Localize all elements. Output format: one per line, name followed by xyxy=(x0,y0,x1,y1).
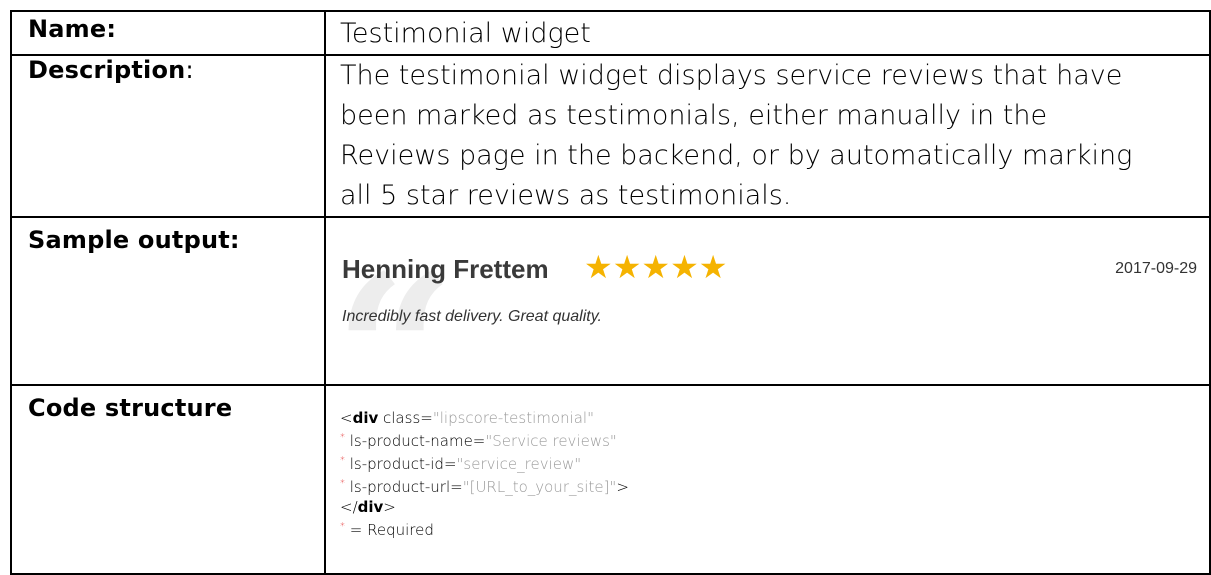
code-structure-cell: <div class="lipscore-testimonial" * ls-p… xyxy=(324,384,1211,575)
code-line-close: </div> xyxy=(340,497,1209,517)
required-note: * = Required xyxy=(340,517,1209,540)
label-description: Description: xyxy=(10,54,326,218)
review-text: Incredibly fast delivery. Great quality. xyxy=(342,308,602,325)
label-description-colon: : xyxy=(185,56,194,84)
label-description-text: Description xyxy=(28,56,186,84)
code-attr-value: "service_review" xyxy=(456,455,582,473)
spec-table: Name: Testimonial widget Description: Th… xyxy=(10,10,1211,575)
required-note-text: = Required xyxy=(345,521,434,539)
code-attr-value: "Service reviews" xyxy=(485,432,617,450)
code-close-lt: </ xyxy=(340,498,358,516)
row-code-structure: Code structure <div class="lipscore-test… xyxy=(10,384,1211,575)
code-attr-name: ls-product-url= xyxy=(345,478,463,496)
sample-output-cell: “ Henning Frettem ★★★★★ 2017-09-29 Incre… xyxy=(324,216,1211,458)
row-description: Description: The testimonial widget disp… xyxy=(10,54,1211,218)
value-description: The testimonial widget displays service … xyxy=(324,54,1211,218)
reviewer-name: Henning Frettem xyxy=(342,254,549,284)
row-name: Name: Testimonial widget xyxy=(10,10,1211,56)
review-date: 2017-09-29 xyxy=(1115,260,1197,277)
code-close-gt: > xyxy=(383,498,396,516)
code-block: <div class="lipscore-testimonial" * ls-p… xyxy=(326,386,1209,540)
row-sample-output: Sample output: “ Henning Frettem ★★★★★ 2… xyxy=(10,216,1211,458)
description-line: Reviews page in the backend, or by autom… xyxy=(340,140,1133,171)
description-line: The testimonial widget displays service … xyxy=(340,60,1123,91)
testimonial-preview: “ Henning Frettem ★★★★★ 2017-09-29 Incre… xyxy=(326,218,1209,458)
star-rating-icon: ★★★★★ xyxy=(584,248,728,286)
code-class-value: "lipscore-testimonial" xyxy=(432,409,594,427)
description-line: all 5 star reviews as testimonials. xyxy=(340,180,792,211)
value-name: Testimonial widget xyxy=(324,10,1211,56)
code-close-tag: div xyxy=(357,498,384,516)
description-line: been marked as testimonials, either manu… xyxy=(340,100,1048,131)
label-name: Name: xyxy=(10,10,326,56)
code-line-attr3: * ls-product-url="[URL_to_your_site]"> xyxy=(340,474,1209,497)
label-sample-output: Sample output: xyxy=(10,216,326,386)
code-line-attr1: * ls-product-name="Service reviews" xyxy=(340,428,1209,451)
code-gt: > xyxy=(616,478,629,496)
code-line-attr2: * ls-product-id="service_review" xyxy=(340,451,1209,474)
code-line-open: <div class="lipscore-testimonial" xyxy=(340,408,1209,428)
code-attr-value: "[URL_to_your_site]" xyxy=(462,478,617,496)
label-code-structure: Code structure xyxy=(10,384,326,575)
